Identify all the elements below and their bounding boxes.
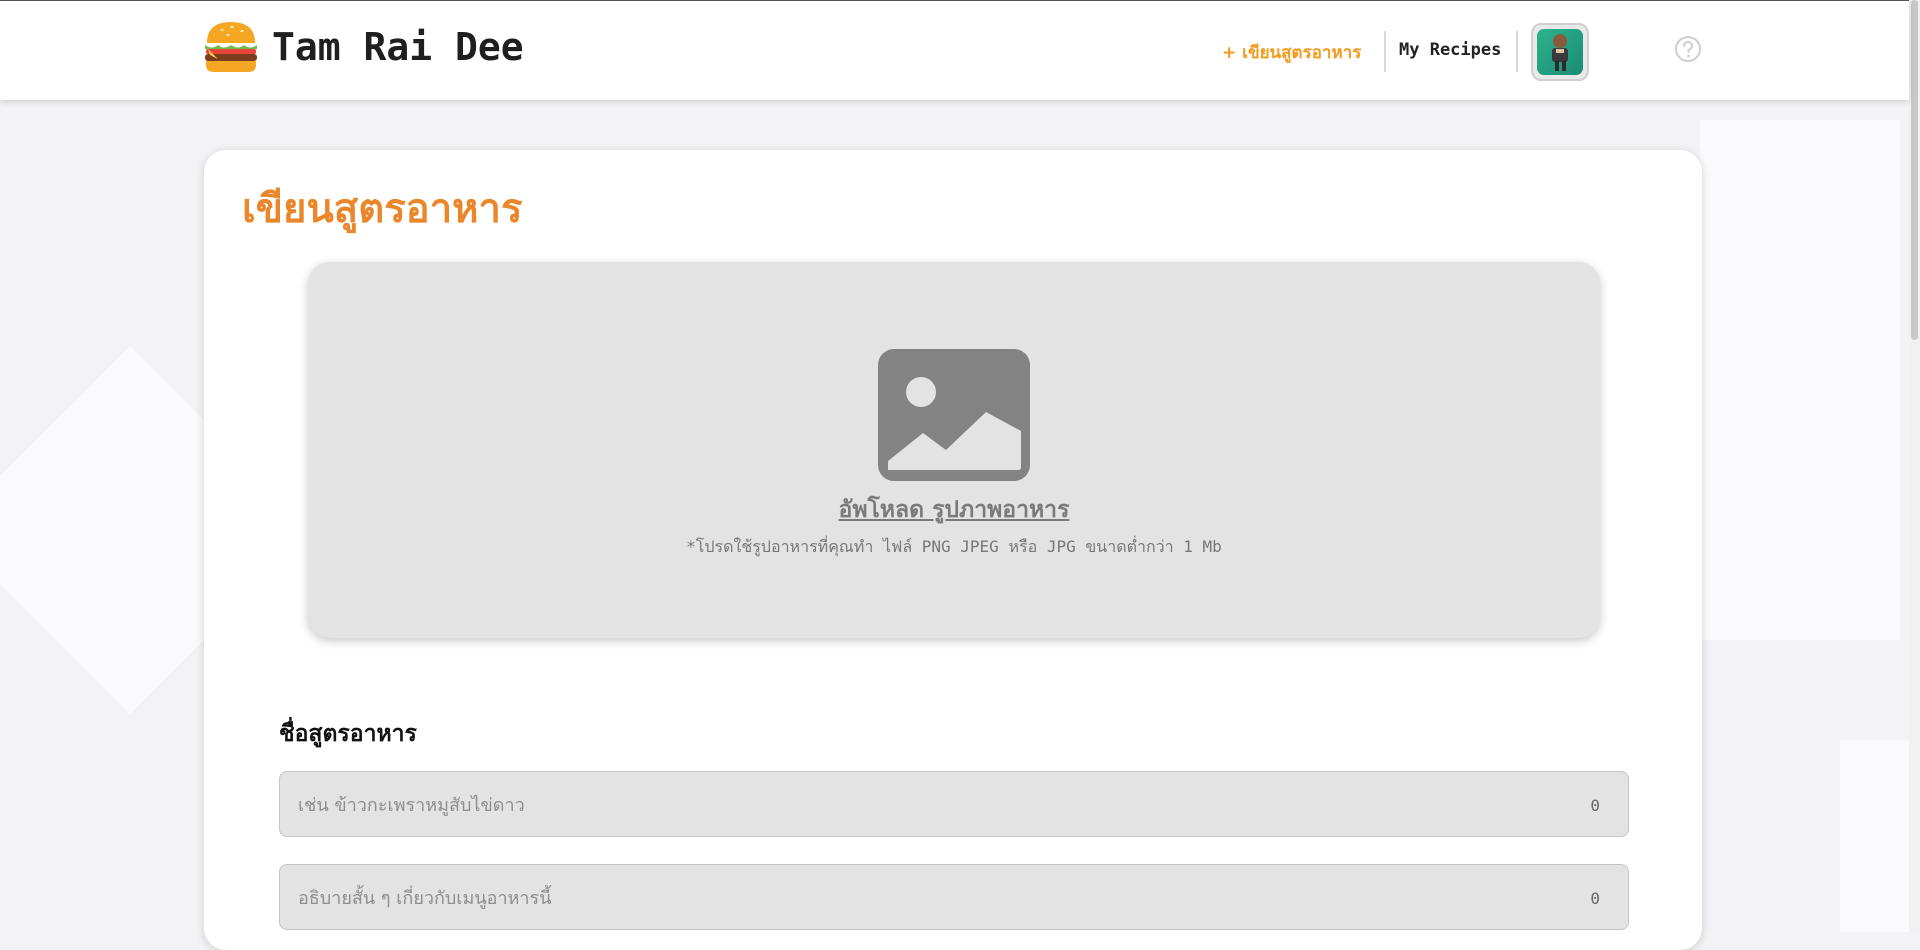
brand-name: Tam Rai Dee [272, 25, 524, 69]
page-title: เขียนสูตรอาหาร [242, 186, 523, 232]
upload-title[interactable]: อัพโหลด รูปภาพอาหาร [308, 492, 1600, 528]
my-recipes-link[interactable]: My Recipes [1399, 40, 1501, 60]
character-counter: 0 [1590, 796, 1600, 815]
help-circle-icon[interactable] [1674, 35, 1702, 63]
recipe-name-field[interactable]: 0 [279, 771, 1629, 838]
nav-divider [1516, 31, 1518, 72]
recipe-description-input[interactable] [296, 865, 1560, 931]
recipe-name-input[interactable] [296, 772, 1560, 838]
top-navigation-bar: Tam Rai Dee + เขียนสูตรอาหาร My Recipes [0, 0, 1909, 100]
character-counter: 0 [1590, 889, 1600, 908]
avatar-image [1537, 29, 1583, 75]
image-upload-area[interactable]: อัพโหลด รูปภาพอาหาร *โปรดใช้รูปอาหารที่ค… [308, 262, 1600, 638]
brand[interactable]: Tam Rai Dee [202, 19, 524, 75]
upload-hint: *โปรดใช้รูปอาหารที่คุณทำ ไฟล์ PNG JPEG ห… [686, 537, 1222, 556]
page-scrollbar[interactable] [1909, 0, 1920, 932]
scrollbar-thumb[interactable] [1911, 0, 1918, 340]
recipe-name-label: ชื่อสูตรอาหาร [279, 721, 417, 747]
image-placeholder-icon [878, 349, 1030, 481]
background-decoration [1840, 740, 1910, 932]
recipe-description-field[interactable]: 0 [279, 864, 1629, 931]
nav-divider [1384, 31, 1386, 72]
write-recipe-link[interactable]: + เขียนสูตรอาหาร [1222, 39, 1361, 66]
recipe-form-card: เขียนสูตรอาหาร อัพโหลด รูปภาพอาหาร *โปรด… [204, 150, 1702, 950]
burger-icon [202, 19, 260, 75]
user-avatar[interactable] [1531, 23, 1589, 81]
background-decoration [1700, 120, 1900, 640]
